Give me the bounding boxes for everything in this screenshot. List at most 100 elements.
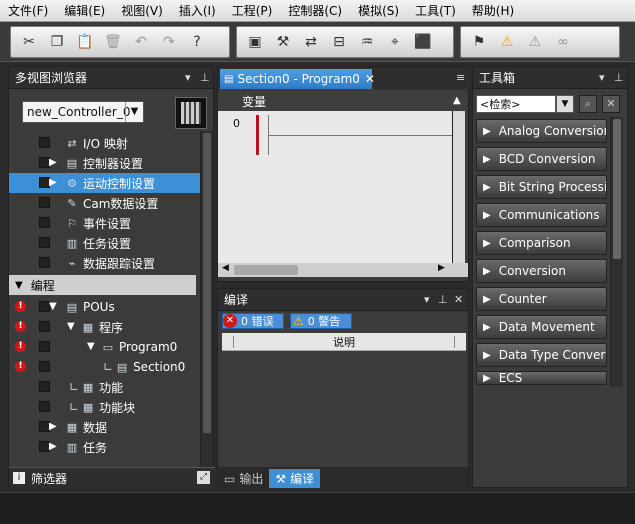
menu-edit[interactable]: 编辑(E) — [64, 2, 105, 19]
expand-arrow-icon[interactable]: ▶ — [49, 177, 57, 188]
toolbox-search-input[interactable]: <检索> — [476, 95, 556, 113]
toolbox-category[interactable]: ▶ Bit String Processin — [476, 175, 607, 199]
tree-item-tasks[interactable]: ▶ ▥ 任务 — [9, 437, 204, 457]
tree-item-functions[interactable]: ∟ ▦ 功能 — [9, 377, 204, 397]
pin-icon[interactable]: ⊥ — [614, 71, 624, 84]
tree-item-pous[interactable]: ! ▼ ▤ POUs — [9, 297, 204, 317]
expand-arrow-icon[interactable]: ▶ — [49, 441, 57, 452]
warning-off-icon[interactable]: ⚠ — [521, 29, 549, 55]
expand-arrow-icon[interactable]: ▶ — [49, 157, 57, 168]
undo-icon[interactable]: ↶ — [127, 29, 155, 55]
menu-simulation[interactable]: 模拟(S) — [358, 2, 399, 19]
panel-menu-icon[interactable]: ▾ — [599, 71, 605, 84]
cam-icon: ✎ — [67, 196, 77, 210]
toolbox-category[interactable]: ▶ BCD Conversion — [476, 147, 607, 171]
tree-item-programs[interactable]: ! ▼ ▦ 程序 — [9, 317, 204, 337]
panel-menu-icon[interactable]: ▾ — [185, 71, 191, 84]
editor-vscrollbar[interactable] — [452, 111, 465, 263]
expand-arrow-icon[interactable]: ▶ — [49, 421, 57, 432]
tab-build[interactable]: ⚒ 编译 — [269, 469, 321, 488]
toolbox-category[interactable]: ▶ Communications — [476, 203, 607, 227]
menu-file[interactable]: 文件(F) — [8, 2, 48, 19]
tree-item-cam-data[interactable]: ✎ Cam数据设置 — [9, 193, 204, 213]
find-icon[interactable]: ⌖ — [381, 29, 409, 55]
chevron-up-icon[interactable]: ▲ — [453, 95, 461, 106]
clear-icon[interactable]: ✕ — [602, 95, 620, 113]
chevron-down-icon[interactable]: ▼ — [556, 95, 574, 113]
help-icon[interactable]: ? — [183, 29, 211, 55]
collapse-arrow-icon[interactable]: ▼ — [49, 301, 57, 312]
close-tab-icon[interactable]: ✕ — [365, 72, 375, 86]
warnings-filter-button[interactable]: ⚠ 0 警告 — [290, 313, 352, 329]
toolbox-category[interactable]: ▶ Conversion — [476, 259, 607, 283]
tree-item-function-blocks[interactable]: ∟ ▦ 功能块 — [9, 397, 204, 417]
collapse-arrow-icon[interactable]: ▼ — [87, 341, 95, 352]
panel-menu-icon[interactable]: ▾ — [424, 293, 430, 306]
toolbar: ✂ ❐ 📋 🗑 ↶ ↷ ? ▣ ⚒ ⇄ ⊟ ♒ ⌖ ⬛ ⚑ ⚠ ⚠ ∞ — [0, 22, 635, 62]
variable-bar[interactable]: 变量 ▲ — [218, 91, 468, 111]
toolbox-category[interactable]: ▶ Counter — [476, 287, 607, 311]
editor-hscrollbar[interactable]: ◀ ▶ — [218, 263, 468, 277]
cut-icon[interactable]: ✂ — [15, 29, 43, 55]
toolbox-category[interactable]: ▶ Data Movement — [476, 315, 607, 339]
transfer-icon[interactable]: ⇄ — [297, 29, 325, 55]
error-icon[interactable]: ⬛ — [409, 29, 437, 55]
close-icon[interactable]: ✕ — [454, 293, 463, 306]
tab-list-icon[interactable]: ≡ — [456, 71, 465, 84]
build-header: 编译 ▾ ⊥ ✕ — [218, 289, 468, 311]
tree-item-data-trace[interactable]: ⌁ 数据跟踪设置 — [9, 253, 204, 273]
ladder-canvas[interactable]: 0 — [218, 111, 452, 263]
tree-item-section0[interactable]: ! ∟ ▤ Section0 — [9, 357, 204, 377]
tab-section0[interactable]: ▤ Section0 - Program0 ✕ — [220, 69, 375, 89]
tree-item-program0[interactable]: ! ▼ ▭ Program0 — [9, 337, 204, 357]
explorer-title: 多视图浏览器 — [15, 71, 88, 85]
tree-item-motion-settings[interactable]: ▶ ⚙ 运动控制设置 — [9, 173, 204, 193]
menu-project[interactable]: 工程(P) — [232, 2, 273, 19]
warning-icon: ⚠ — [293, 314, 304, 328]
toolbox-category[interactable]: ▶ Data Type Conversi — [476, 343, 607, 367]
warning-icon[interactable]: ⚠ — [493, 29, 521, 55]
toolbox-scrollbar[interactable] — [610, 117, 623, 387]
verify-icon[interactable]: ⚑ — [465, 29, 493, 55]
tree-item-data[interactable]: ▶ ▦ 数据 — [9, 417, 204, 437]
chevron-down-icon[interactable]: ▼ — [125, 102, 143, 122]
collapse-arrow-icon[interactable]: ▼ — [67, 321, 75, 332]
menu-controller[interactable]: 控制器(C) — [288, 2, 342, 19]
menu-help[interactable]: 帮助(H) — [472, 2, 514, 19]
toolbar-controller-group: ▣ ⚒ ⇄ ⊟ ♒ ⌖ ⬛ — [236, 26, 454, 58]
toolbox-category[interactable]: ▶ Analog Conversion — [476, 119, 607, 143]
controller-select-value: new_Controller_0 — [27, 105, 131, 119]
menu-tools[interactable]: 工具(T) — [415, 2, 456, 19]
menu-insert[interactable]: 插入(I) — [179, 2, 216, 19]
toolbox-category[interactable]: ▶ ECS — [476, 371, 607, 385]
delete-icon[interactable]: 🗑 — [99, 29, 127, 55]
errors-filter-button[interactable]: ✕ 0 错误 — [222, 313, 284, 329]
paste-icon[interactable]: 📋 — [71, 29, 99, 55]
copy-icon[interactable]: ❐ — [43, 29, 71, 55]
monitor-icon[interactable]: ♒ — [353, 29, 381, 55]
tree-item-controller-settings[interactable]: ▶ ▤ 控制器设置 — [9, 153, 204, 173]
tree-item-io-map[interactable]: ⇄ I/O 映射 — [9, 133, 204, 153]
scroll-left-icon[interactable]: ◀ — [222, 263, 229, 273]
controller-select[interactable]: new_Controller_0 ▼ — [22, 101, 144, 123]
tree-item-event-settings[interactable]: ⚐ 事件设置 — [9, 213, 204, 233]
filter-bar[interactable]: i 筛选器 ⤢ — [9, 467, 215, 488]
tab-output[interactable]: ▭ 输出 — [218, 469, 269, 488]
scroll-right-icon[interactable]: ▶ — [438, 263, 445, 273]
search-icon[interactable]: ⌕ — [579, 95, 597, 113]
menu-view[interactable]: 视图(V) — [121, 2, 163, 19]
tree-group-programming[interactable]: ▼ 编程 — [9, 275, 196, 295]
menu-bar: 文件(F) 编辑(E) 视图(V) 插入(I) 工程(P) 控制器(C) 模拟(… — [0, 0, 635, 22]
pin-icon[interactable]: ⊥ — [438, 293, 448, 306]
explorer-scrollbar[interactable] — [200, 131, 213, 467]
collapse-arrow-icon[interactable]: ▼ — [15, 280, 23, 291]
tree-item-task-settings[interactable]: ▥ 任务设置 — [9, 233, 204, 253]
glasses-icon[interactable]: ∞ — [549, 29, 577, 55]
build-icon[interactable]: ⚒ — [269, 29, 297, 55]
pin-icon[interactable]: ⊥ — [200, 71, 210, 84]
redo-icon[interactable]: ↷ — [155, 29, 183, 55]
window-icon[interactable]: ▣ — [241, 29, 269, 55]
pin-filter-icon[interactable]: ⤢ — [197, 471, 210, 484]
compare-icon[interactable]: ⊟ — [325, 29, 353, 55]
toolbox-category[interactable]: ▶ Comparison — [476, 231, 607, 255]
